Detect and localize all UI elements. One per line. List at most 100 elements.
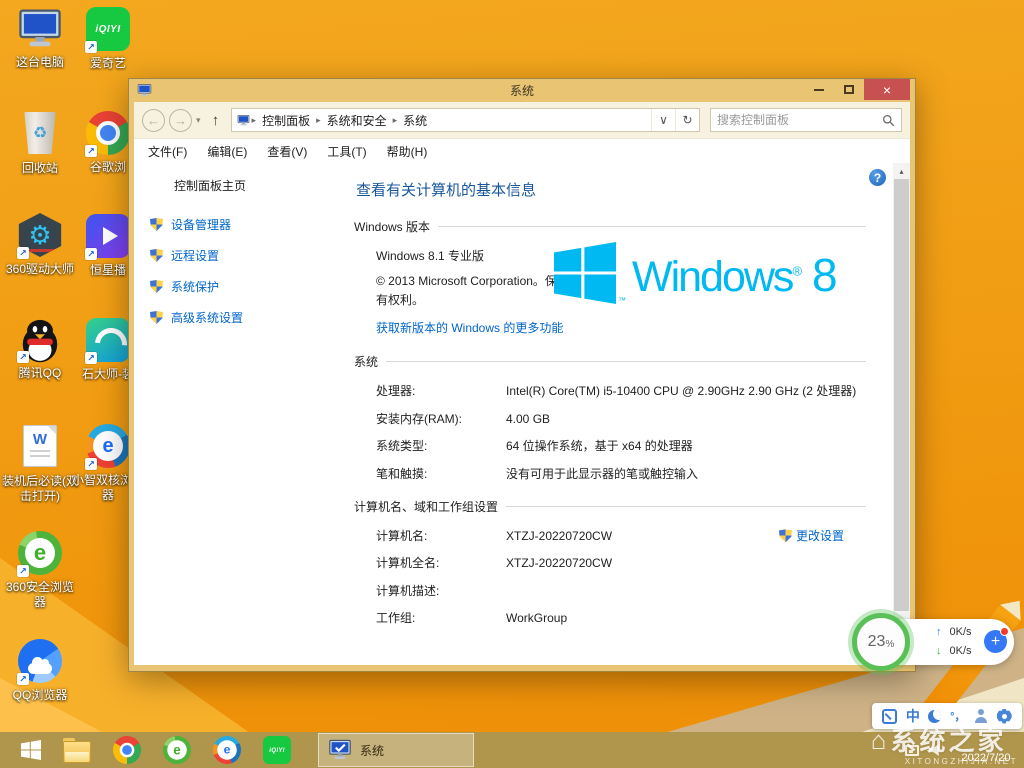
net-speed-widget: 23% ↑0K/s ↓0K/s +: [852, 610, 1014, 674]
scrollbar-thumb[interactable]: [894, 179, 909, 611]
taskbar-item-360-browser[interactable]: e: [152, 732, 202, 768]
download-arrow-icon: ↓: [936, 642, 942, 661]
back-button[interactable]: ←: [142, 109, 165, 132]
minimize-button[interactable]: [804, 79, 834, 100]
sidebar-item-label: 远程设置: [171, 247, 219, 264]
address-system-icon: [237, 114, 250, 127]
desktop-icon-360-driver[interactable]: ⚙ ↗ 360驱动大师: [2, 213, 78, 277]
shortcut-arrow-icon: ↗: [85, 248, 97, 260]
desktop-icon-360-browser[interactable]: e ↗ 360安全浏览器: [2, 530, 78, 610]
taskbar-item-chrome[interactable]: [102, 732, 152, 768]
taskbar-task-label: 系统: [360, 742, 384, 759]
history-dropdown-icon[interactable]: ▾: [196, 115, 201, 126]
forward-button[interactable]: →: [169, 109, 192, 132]
account-icon[interactable]: [974, 709, 988, 723]
chrome-icon: [113, 736, 141, 764]
sidebar-item-control-panel-home[interactable]: 控制面板主页: [174, 177, 342, 194]
breadcrumb-system[interactable]: 系统: [399, 112, 431, 129]
sidebar-item-device-manager[interactable]: 设备管理器: [150, 216, 342, 233]
info-row-computer-name: 计算机名: XTZJ-20220720CW 更改设置: [376, 527, 866, 546]
copyright-text: © 2013 Microsoft Corporation。保留所有权利。: [376, 272, 581, 309]
shortcut-arrow-icon: ↗: [85, 41, 97, 53]
punctuation-mode-button[interactable]: °，: [950, 708, 965, 724]
titlebar[interactable]: 系统 ×: [134, 79, 910, 102]
taskbar-item-xiaozhi[interactable]: e: [202, 732, 252, 768]
iqiyi-icon: iQIYI: [263, 736, 291, 764]
get-new-windows-link[interactable]: 获取新版本的 Windows 的更多功能: [376, 319, 576, 337]
system-tray: 2022/7/20: [905, 732, 1024, 768]
menu-view[interactable]: 查看(V): [267, 143, 307, 160]
navigation-bar: ← → ▾ ↑ ▸ 控制面板 ▸ 系统和安全 ▸ 系统 ∨ ↻: [134, 102, 910, 138]
system-task-icon: [328, 738, 352, 762]
sidebar-item-advanced-settings[interactable]: 高级系统设置: [150, 309, 342, 326]
row-label: 系统类型:: [376, 437, 506, 456]
shortcut-arrow-icon: ↗: [17, 565, 29, 577]
info-row-full-name: 计算机全名: XTZJ-20220720CW: [376, 554, 866, 573]
uac-shield-icon: [150, 311, 163, 324]
desktop-icon-recycle-bin[interactable]: ♻ 回收站: [2, 110, 78, 176]
desktop-icon-readme[interactable]: W 装机后必读(双击打开): [2, 423, 78, 504]
scrollbar[interactable]: ▴ ▾: [893, 163, 910, 665]
menu-tools[interactable]: 工具(T): [327, 143, 366, 160]
address-bar[interactable]: ▸ 控制面板 ▸ 系统和安全 ▸ 系统 ∨ ↻: [231, 108, 700, 132]
handwriting-icon[interactable]: [882, 709, 897, 724]
uac-shield-icon: [150, 249, 163, 262]
section-windows-version: Windows 版本 Windows 8.1 专业版 © 2013 Micros…: [354, 218, 866, 337]
close-button[interactable]: ×: [864, 79, 910, 100]
shortcut-arrow-icon: ↗: [85, 145, 97, 157]
desktop-icon-label: 这台电脑: [2, 55, 78, 70]
search-icon[interactable]: [882, 114, 895, 127]
maximize-icon: [844, 85, 854, 94]
input-method-bar: 中 °，: [872, 703, 1022, 729]
row-value: 没有可用于此显示器的笔或触控输入: [506, 465, 866, 484]
up-button[interactable]: ↑: [205, 112, 227, 129]
menu-help[interactable]: 帮助(H): [387, 143, 428, 160]
info-row-workgroup: 工作组: WorkGroup: [376, 609, 866, 628]
desktop-icon-qq-browser[interactable]: ↗ QQ浏览器: [2, 638, 78, 703]
change-settings-link[interactable]: 更改设置: [779, 527, 844, 546]
breadcrumb-control-panel[interactable]: 控制面板: [258, 112, 314, 129]
recycle-bin-icon: ♻: [23, 112, 57, 154]
desktop-icon-label: 360驱动大师: [2, 262, 78, 277]
uac-shield-icon: [150, 280, 163, 293]
window-title: 系统: [134, 82, 910, 99]
desktop-icon-this-pc[interactable]: 这台电脑: [2, 6, 78, 70]
desktop-icon-tencent-qq[interactable]: ↗ 腾讯QQ: [2, 317, 78, 381]
file-explorer-icon: [63, 741, 91, 763]
scroll-up-icon[interactable]: ▴: [893, 163, 910, 179]
volume-tray-icon[interactable]: [929, 744, 942, 756]
search-input[interactable]: [717, 113, 882, 127]
network-tray-icon[interactable]: [905, 745, 919, 756]
cpu-usage-circle[interactable]: 23%: [852, 613, 910, 671]
breadcrumb-system-security[interactable]: 系统和安全: [323, 112, 391, 129]
taskbar-clock[interactable]: 2022/7/20: [952, 732, 1020, 768]
sidebar-item-system-protection[interactable]: 系统保护: [150, 278, 342, 295]
maximize-button[interactable]: [834, 79, 864, 100]
menu-bar: 文件(F) 编辑(E) 查看(V) 工具(T) 帮助(H): [134, 138, 910, 163]
desktop-icon-iqiyi[interactable]: iQIYI ↗ 爱奇艺: [70, 6, 146, 71]
menu-file[interactable]: 文件(F): [148, 143, 187, 160]
refresh-button[interactable]: ↻: [675, 109, 699, 131]
taskbar-item-iqiyi[interactable]: iQIYI: [252, 732, 302, 768]
help-button[interactable]: ?: [869, 169, 886, 186]
desktop-icon-label: 腾讯QQ: [2, 366, 78, 381]
desktop-icon-label: 爱奇艺: [70, 56, 146, 71]
forward-icon: →: [174, 113, 187, 128]
desktop-icon-label: 装机后必读(双击打开): [2, 474, 78, 504]
taskbar-active-task-system[interactable]: 系统: [318, 733, 474, 767]
address-dropdown-button[interactable]: ∨: [651, 109, 675, 131]
start-button[interactable]: [10, 732, 52, 768]
gear-icon[interactable]: [997, 709, 1012, 724]
row-value: WorkGroup: [506, 609, 866, 628]
menu-edit[interactable]: 编辑(E): [207, 143, 247, 160]
shortcut-arrow-icon: ↗: [17, 351, 29, 363]
fullwidth-moon-icon[interactable]: [928, 710, 941, 723]
upload-arrow-icon: ↑: [936, 623, 942, 642]
taskbar-item-explorer[interactable]: [52, 732, 102, 768]
language-mode-button[interactable]: 中: [906, 706, 920, 726]
clock-date: 2022/7/20: [962, 752, 1011, 764]
row-label: 计算机描述:: [376, 582, 506, 601]
row-value: 64 位操作系统，基于 x64 的处理器: [506, 437, 866, 456]
windows8-logo: ™ Windows®8: [554, 242, 836, 307]
sidebar-item-remote-settings[interactable]: 远程设置: [150, 247, 342, 264]
